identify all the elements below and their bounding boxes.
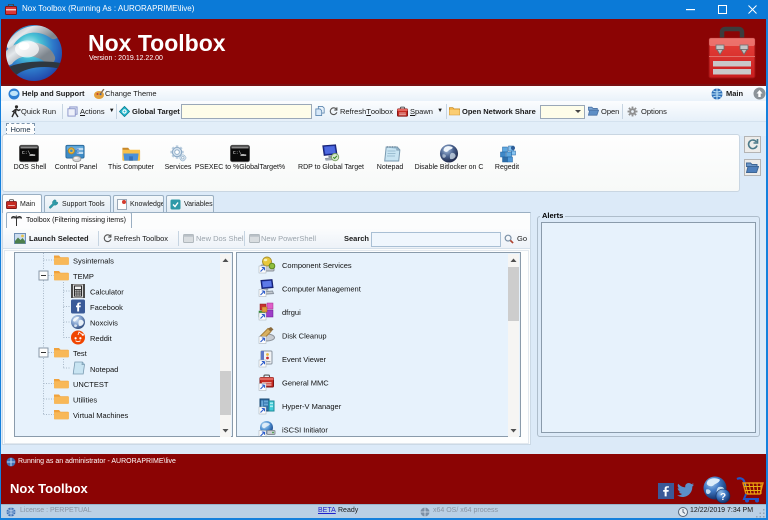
svg-text:Hyper-V Manager: Hyper-V Manager (282, 402, 342, 411)
svg-text:UNCTEST: UNCTEST (73, 380, 109, 389)
svg-text:iSCSI Initiator: iSCSI Initiator (282, 426, 328, 435)
svg-text:Noxcivis: Noxcivis (90, 319, 118, 328)
svg-text:Notepad: Notepad (90, 365, 118, 374)
svg-text:Event Viewer: Event Viewer (282, 355, 327, 364)
svg-text:TEMP: TEMP (73, 272, 94, 281)
svg-text:Disk Cleanup: Disk Cleanup (282, 332, 327, 341)
svg-text:Computer Management: Computer Management (282, 285, 362, 294)
svg-text:Test: Test (73, 349, 88, 358)
svg-text:Sysinternals: Sysinternals (73, 257, 114, 266)
svg-text:?: ? (720, 492, 726, 503)
svg-text:dfrgui: dfrgui (282, 308, 301, 317)
svg-text:General MMC: General MMC (282, 379, 329, 388)
svg-text:Virtual Machines: Virtual Machines (73, 411, 129, 420)
svg-text:Component Services: Component Services (282, 261, 352, 270)
svg-text:Utilities: Utilities (73, 396, 97, 405)
svg-text:Calculator: Calculator (90, 288, 124, 297)
svg-text:Reddit: Reddit (90, 334, 113, 343)
svg-text:Facebook: Facebook (90, 303, 123, 312)
